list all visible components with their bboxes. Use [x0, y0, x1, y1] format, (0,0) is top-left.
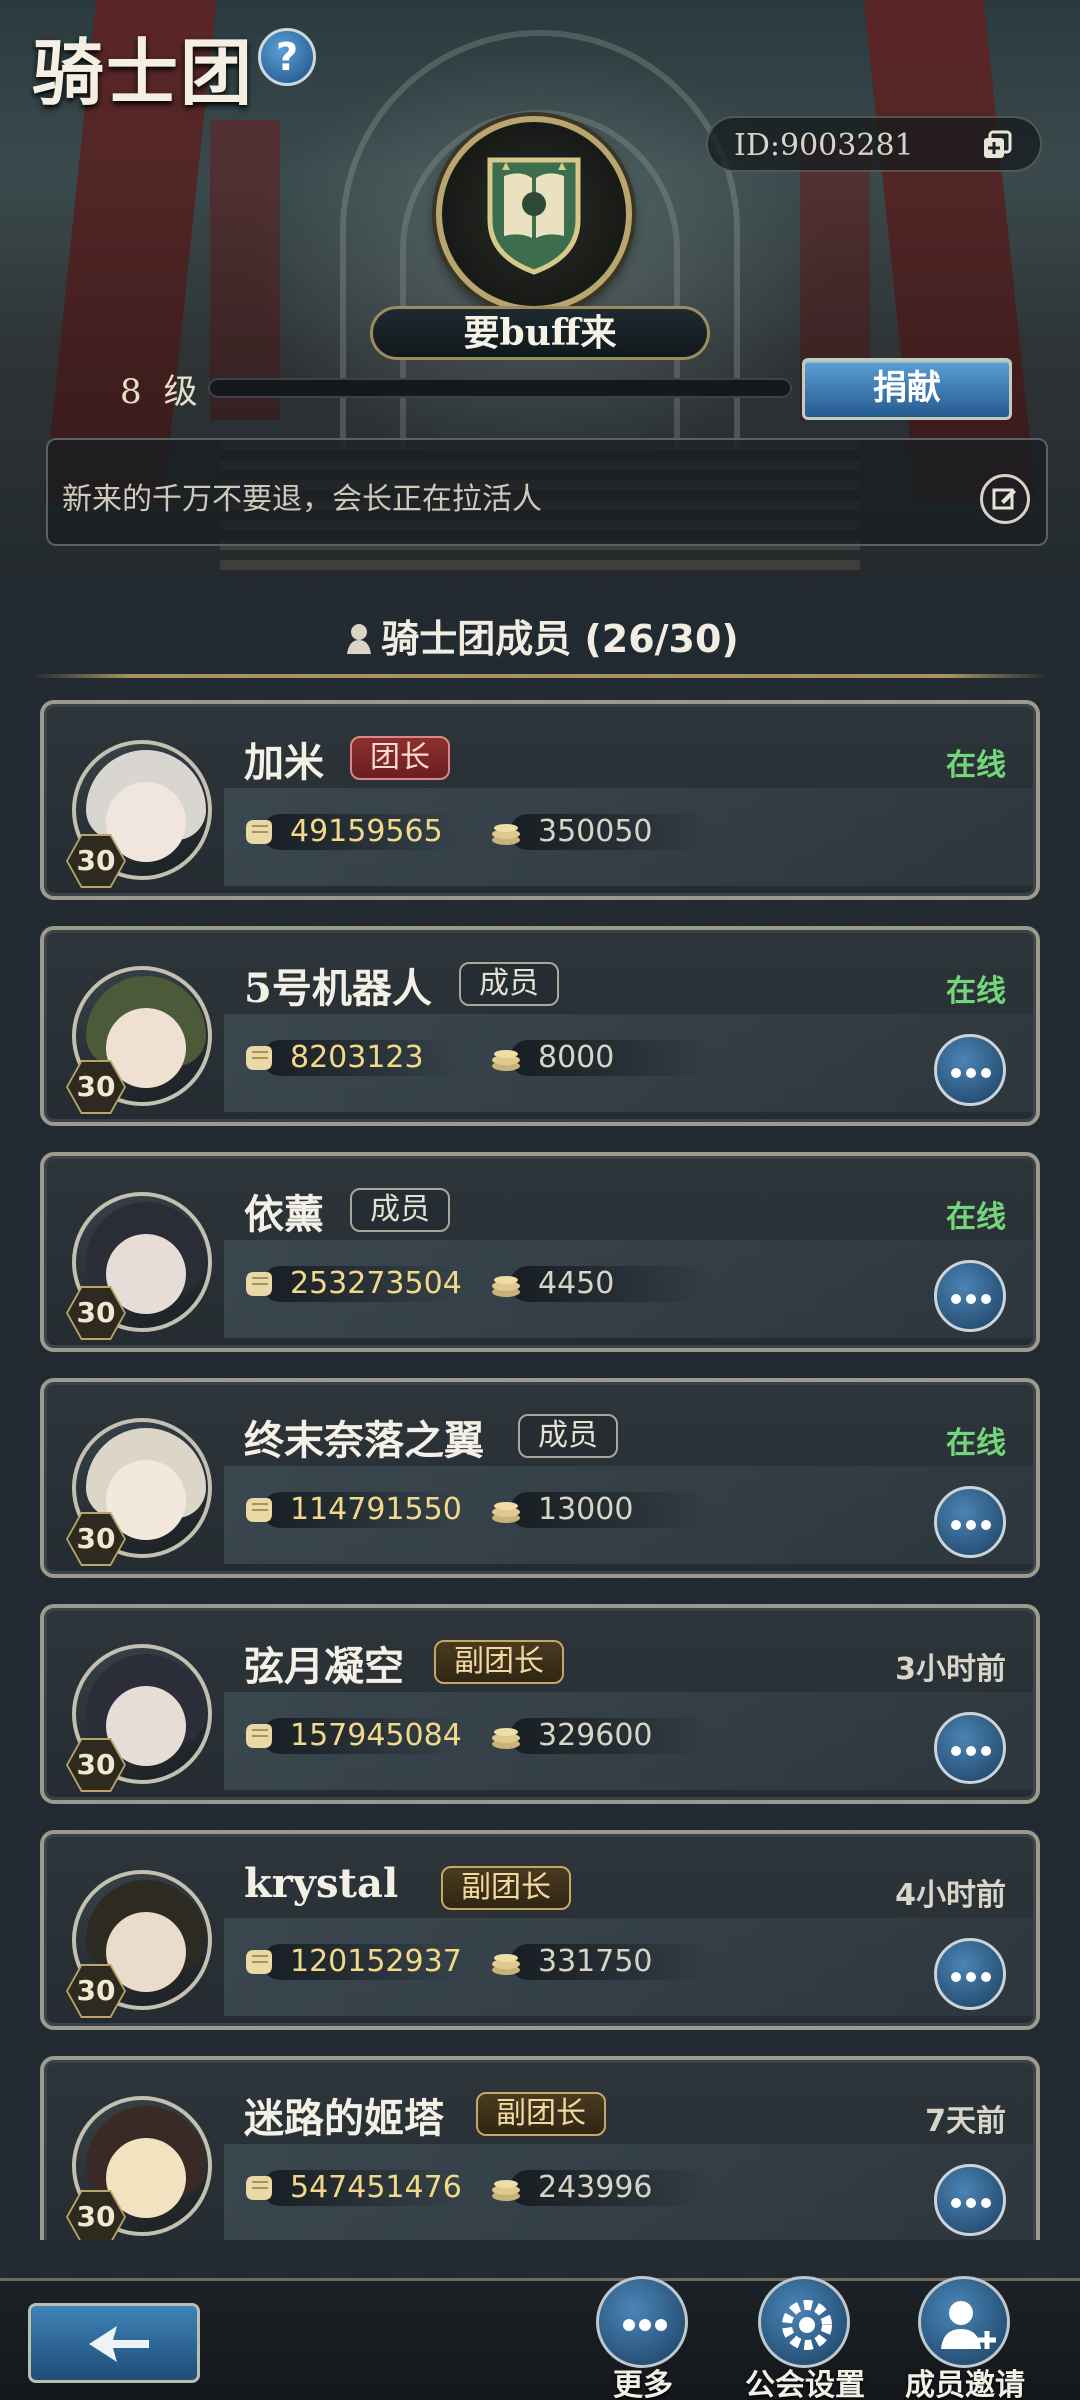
edit-notice-button[interactable] — [980, 474, 1030, 524]
member-power-value: 8203123 — [290, 1040, 424, 1075]
member-card[interactable]: 30 krystal 副团长 4小时前 120152937 331750 — [40, 1830, 1040, 2030]
guild-settings-tool[interactable]: 公会设置 — [740, 2276, 865, 2400]
fist-icon — [246, 1272, 272, 1296]
guild-level: 8级 — [120, 364, 198, 413]
member-card[interactable]: 30 终末奈落之翼 成员 在线 114791550 13000 — [40, 1378, 1040, 1578]
fist-icon — [246, 2176, 272, 2200]
invite-member-tool[interactable]: 成员邀请 — [900, 2276, 1025, 2400]
member-power-value: 547451476 — [290, 2170, 462, 2205]
member-card[interactable]: 30 迷路的姬塔 副团长 7天前 547451476 243996 — [40, 2056, 1040, 2240]
member-coins-value: 13000 — [538, 1492, 634, 1527]
back-arrow-icon — [89, 2326, 149, 2362]
more-tool-icon — [596, 2276, 688, 2368]
coin-stack-icon — [492, 1954, 520, 1975]
guild-id-box: ID:9003281 — [706, 116, 1042, 172]
member-status: 在线 — [946, 974, 1006, 1009]
copy-icon[interactable] — [982, 130, 1012, 160]
guild-emblem — [436, 116, 632, 312]
member-name: 加米 — [244, 739, 324, 786]
fist-icon — [246, 1724, 272, 1748]
guild-level-unit: 级 — [163, 372, 198, 412]
guild-id-text: ID:9003281 — [734, 128, 914, 163]
shield-emblem-icon — [487, 157, 581, 275]
member-status: 4小时前 — [895, 1878, 1006, 1913]
member-role-badge: 成员 — [459, 962, 559, 1006]
coin-stack-icon — [492, 1728, 520, 1749]
member-coins-value: 329600 — [538, 1718, 653, 1753]
member-name: 弦月凝空 — [244, 1643, 404, 1690]
member-coins-value: 331750 — [538, 1944, 653, 1979]
coin-stack-icon — [492, 824, 520, 845]
member-list[interactable]: 30 加米 团长 在线 49159565 350050 30 5号机器人 成员 … — [0, 700, 1080, 2240]
member-more-button[interactable] — [934, 1712, 1006, 1784]
member-role-badge: 团长 — [350, 736, 450, 780]
page-title: 骑士团 — [32, 30, 255, 115]
coin-stack-icon — [492, 2180, 520, 2201]
member-more-button[interactable] — [934, 1034, 1006, 1106]
guild-exp-bar — [208, 378, 792, 398]
member-name: 5号机器人 — [244, 965, 432, 1012]
member-role-badge: 成员 — [518, 1414, 618, 1458]
edit-icon — [992, 488, 1016, 510]
member-name: 终末奈落之翼 — [244, 1417, 484, 1464]
coin-stack-icon — [492, 1050, 520, 1071]
guild-notice-text: 新来的千万不要退，会长正在拉活人 — [62, 482, 542, 517]
member-more-button[interactable] — [934, 1260, 1006, 1332]
member-coins-value: 243996 — [538, 2170, 653, 2205]
member-role-badge: 副团长 — [434, 1640, 564, 1684]
section-divider — [30, 674, 1050, 678]
member-status: 7天前 — [925, 2104, 1006, 2139]
member-card[interactable]: 30 依薰 成员 在线 253273504 4450 — [40, 1152, 1040, 1352]
question-mark-icon: ? — [275, 35, 299, 79]
member-role-badge: 成员 — [350, 1188, 450, 1232]
member-coins-value: 4450 — [538, 1266, 615, 1301]
more-tool-label: 更多 — [613, 2368, 673, 2400]
coin-stack-icon — [492, 1276, 520, 1297]
members-title: 骑士团成员 (26/30) — [381, 617, 739, 661]
guild-notice: 新来的千万不要退，会长正在拉活人 — [46, 438, 1048, 546]
member-status: 3小时前 — [895, 1652, 1006, 1687]
fist-icon — [246, 1950, 272, 1974]
guild-settings-label: 公会设置 — [745, 2368, 865, 2400]
member-more-button[interactable] — [934, 1486, 1006, 1558]
member-role-badge: 副团长 — [476, 2092, 606, 2136]
back-button[interactable] — [28, 2303, 200, 2383]
member-more-button[interactable] — [934, 2164, 1006, 2236]
coin-stack-icon — [492, 1502, 520, 1523]
help-button[interactable]: ? — [258, 28, 316, 86]
invite-member-label: 成员邀请 — [905, 2368, 1025, 2400]
member-role-badge: 副团长 — [441, 1866, 571, 1910]
member-name: krystal — [244, 1860, 399, 1907]
guild-level-number: 8 — [120, 372, 142, 412]
more-tool[interactable]: 更多 — [578, 2276, 698, 2400]
member-card[interactable]: 30 加米 团长 在线 49159565 350050 — [40, 700, 1040, 900]
member-more-button[interactable] — [934, 1938, 1006, 2010]
member-power-value: 120152937 — [290, 1944, 462, 1979]
gear-icon — [758, 2276, 850, 2368]
donate-button[interactable]: 捐献 — [802, 358, 1012, 420]
member-power-value: 253273504 — [290, 1266, 462, 1301]
red-banner-left-inner — [210, 120, 280, 420]
fist-icon — [246, 1498, 272, 1522]
member-status: 在线 — [946, 1426, 1006, 1461]
member-name: 依薰 — [244, 1191, 324, 1238]
member-silhouette-icon — [347, 624, 372, 654]
add-user-icon — [918, 2276, 1010, 2368]
members-section-header: 骑士团成员 (26/30) — [0, 608, 1080, 663]
guild-name: 要buff来 — [463, 312, 617, 354]
fist-icon — [246, 820, 272, 844]
member-coins-value: 8000 — [538, 1040, 615, 1075]
member-power-value: 49159565 — [290, 814, 443, 849]
member-status: 在线 — [946, 1200, 1006, 1235]
fist-icon — [246, 1046, 272, 1070]
member-status: 在线 — [946, 748, 1006, 783]
member-coins-value: 350050 — [538, 814, 653, 849]
member-card[interactable]: 30 弦月凝空 副团长 3小时前 157945084 329600 — [40, 1604, 1040, 1804]
member-card[interactable]: 30 5号机器人 成员 在线 8203123 8000 — [40, 926, 1040, 1126]
member-power-value: 157945084 — [290, 1718, 462, 1753]
member-power-value: 114791550 — [290, 1492, 462, 1527]
member-name: 迷路的姬塔 — [244, 2095, 444, 2142]
red-banner-right — [863, 0, 1037, 500]
guild-name-plate: 要buff来 — [370, 306, 710, 360]
